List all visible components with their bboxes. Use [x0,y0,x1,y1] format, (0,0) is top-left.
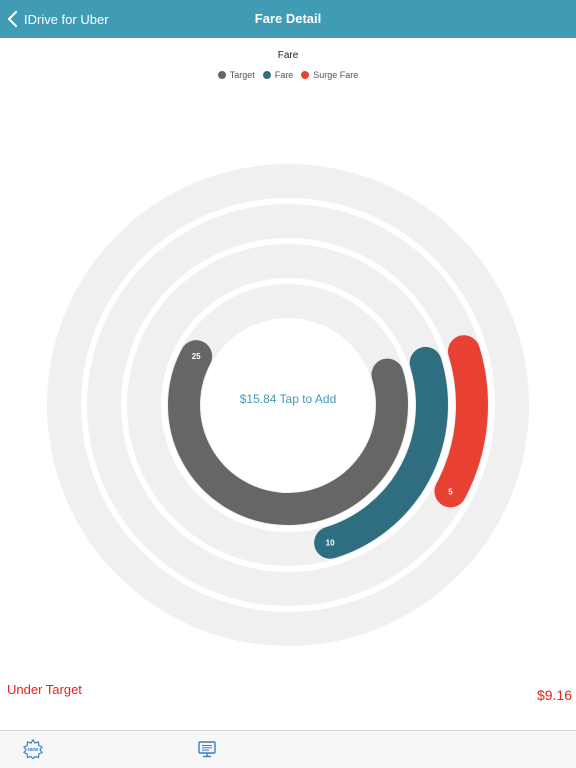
value-label-surge-fare: 5 [445,485,456,497]
svg-text:5: 5 [448,487,453,496]
tab-bar: NEW [0,730,576,768]
value-label-fare: 10 [322,537,339,549]
new-badge-icon[interactable]: NEW [23,739,43,759]
remaining-amount: $9.16 [536,687,572,703]
monitor-icon[interactable] [197,739,217,759]
svg-text:25: 25 [192,352,201,361]
center-add-button[interactable]: $15.84 Tap to Add [240,392,337,406]
value-label-target: 25 [188,350,205,362]
arc-target[interactable] [168,340,408,525]
svg-text:NEW: NEW [28,747,39,752]
svg-text:10: 10 [326,539,335,548]
fare-detail-screen: IDrive for Uber Fare Detail Fare Target … [0,0,576,768]
fare-radial-chart: 25 10 5 $15.84 Tap to Add [47,164,529,646]
arc-surge-fare[interactable] [434,335,488,508]
target-status-label: Under Target [7,682,82,697]
